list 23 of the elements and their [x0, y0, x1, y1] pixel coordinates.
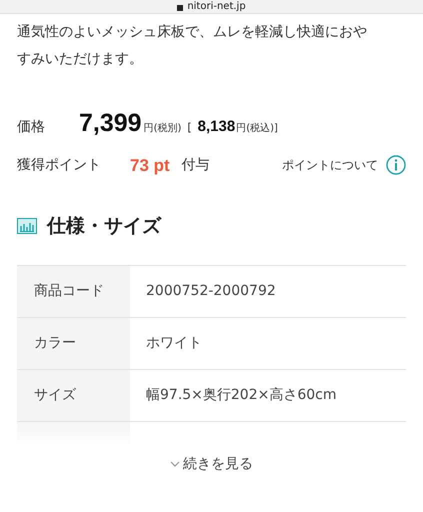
spec-label-cell: サイズ [17, 370, 130, 420]
tax-included-unit: 円(税込)] [236, 122, 278, 136]
spec-value-cell-text: 幅97.5×奥行202×高さ60cm [145, 386, 338, 404]
price-unit: 円(税別) [144, 122, 182, 136]
spec-label-cell: 商品コード [17, 266, 130, 316]
spec-value-cell-text: ホワイト [145, 334, 203, 352]
section-title: 仕様・サイズ [47, 214, 161, 239]
info-icon[interactable] [386, 155, 406, 176]
description-text: 通気性のよいメッシュ床板で、ムレを軽減し快適におやすみいただけます。 [16, 23, 368, 69]
points-value: 73 pt [130, 154, 170, 176]
price-amount: 7,399 [79, 108, 142, 139]
points-suffix: 付与 [182, 156, 210, 175]
chevron-down-icon [170, 461, 180, 467]
points-info-link[interactable]: ポイントについて [282, 156, 378, 174]
spec-value-cell-text: 2000752-2000792 [145, 282, 277, 300]
bracket-text: [ [187, 120, 192, 136]
spec-label-cell: カラー [17, 318, 130, 368]
show-more-button[interactable]: 続きを見る [170, 454, 253, 474]
points-label: 獲得ポイント [17, 156, 102, 175]
tax-included-amount: 8,138 [198, 117, 236, 137]
url-text[interactable]: nitori-net.jp [187, 2, 246, 12]
chart-icon [17, 218, 37, 234]
price-label: 価格 [17, 118, 46, 137]
